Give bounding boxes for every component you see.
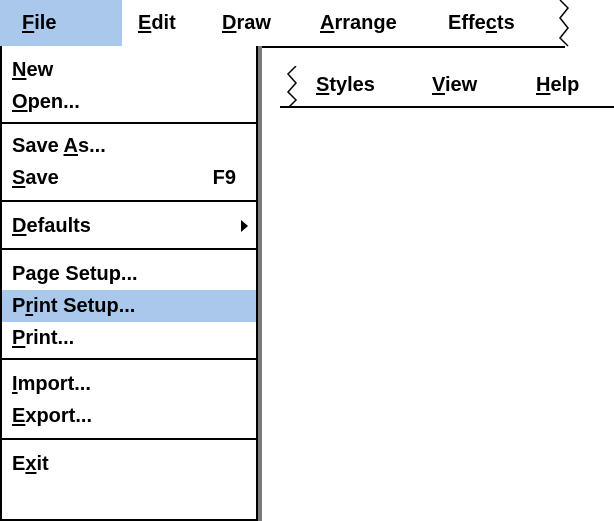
menu-item-print-setup[interactable]: Print Setup...	[2, 290, 256, 322]
menu-file-mnemonic: F	[22, 12, 35, 34]
menu-item-page-setup[interactable]: Page Setup...	[2, 258, 256, 290]
menu-item-save-mnemonic: S	[12, 167, 26, 189]
menu-item-save-as-mnemonic: A	[63, 135, 78, 157]
menu-arrange-label: rrange	[334, 12, 397, 34]
menu-bar-tear-right-icon	[558, 0, 570, 47]
menu-item-print-label: rint...	[25, 327, 75, 349]
menu-item-save-label: ave	[25, 167, 59, 189]
menu-item-new-mnemonic: N	[12, 59, 27, 81]
menu-styles-mnemonic: S	[316, 74, 330, 96]
file-menu-dropdown: New Open... Save As... Save F9 Defaults …	[0, 46, 258, 521]
menu-separator	[2, 358, 256, 360]
menu-item-defaults-text: Defaults	[12, 210, 91, 242]
menu-item-open-mnemonic: O	[12, 91, 28, 113]
menu-item-defaults[interactable]: Defaults	[2, 210, 256, 242]
menu-item-save-shortcut: F9	[212, 167, 236, 189]
menu-item-print-setup-pre: P	[12, 295, 26, 317]
menu-effects-mnemonic: c	[485, 12, 497, 34]
menu-item-save-as-text: Save As...	[12, 130, 106, 162]
menu-item-defaults-mnemonic: D	[12, 215, 27, 237]
menu-effects[interactable]: Effects	[448, 0, 515, 46]
menu-item-import-text: Import...	[12, 368, 91, 400]
menu-item-defaults-label: efaults	[26, 215, 91, 237]
menu-item-new[interactable]: New	[2, 54, 256, 86]
menu-help-label: elp	[550, 74, 580, 96]
menu-item-print-mnemonic: P	[12, 327, 26, 349]
menu-styles-label: tyles	[329, 74, 375, 96]
menu-item-save[interactable]: Save F9	[2, 162, 256, 194]
menu-item-export-text: Export...	[12, 400, 92, 432]
menu-item-print-setup-text: Print Setup...	[12, 290, 135, 322]
menu-item-save-as-pre: Save	[12, 135, 64, 157]
menu-separator	[2, 438, 256, 440]
menu-draw-mnemonic: D	[222, 12, 237, 34]
menu-edit[interactable]: Edit	[138, 0, 176, 46]
menu-item-export-label: xport...	[25, 405, 93, 427]
menu-item-import-label: mport...	[17, 373, 91, 395]
menu-item-print[interactable]: Print...	[2, 322, 256, 354]
menu-bar-overflow: Styles View Help	[280, 66, 614, 108]
submenu-arrow-icon	[241, 220, 248, 232]
menu-item-page-setup-text: Page Setup...	[12, 258, 138, 290]
menu-effects-pre: Effe	[448, 12, 486, 34]
menu-view-label: iew	[444, 74, 478, 96]
menu-help[interactable]: Help	[536, 66, 579, 104]
menu-file-label: ile	[34, 12, 57, 34]
menu-view-mnemonic: V	[432, 74, 445, 96]
menu-item-open-label: pen...	[27, 91, 80, 113]
menu-effects-label: ts	[496, 12, 515, 34]
menu-arrange-mnemonic: A	[320, 12, 335, 34]
menu-item-exit-label: it	[36, 453, 49, 475]
menu-item-exit-mnemonic: x	[25, 453, 37, 475]
menu-separator	[2, 248, 256, 250]
menu-item-save-as-label: s...	[77, 135, 106, 157]
menu-item-export[interactable]: Export...	[2, 400, 256, 432]
menu-item-new-text: New	[12, 54, 53, 86]
menu-view[interactable]: View	[432, 66, 477, 104]
menu-item-page-setup-pre: Page Setup...	[12, 263, 138, 285]
menu-item-import[interactable]: Import...	[2, 368, 256, 400]
menu-bar-tear-left-icon	[286, 66, 298, 108]
menu-item-print-setup-mnemonic: r	[25, 295, 34, 317]
menu-item-open-text: Open...	[12, 86, 80, 118]
menu-item-save-as[interactable]: Save As...	[2, 130, 256, 162]
menu-item-print-text: Print...	[12, 322, 74, 354]
menu-separator	[2, 200, 256, 202]
menu-item-print-setup-label: int Setup...	[33, 295, 136, 317]
menu-edit-label: dit	[151, 12, 176, 34]
menu-arrange[interactable]: Arrange	[320, 0, 397, 46]
menu-item-export-mnemonic: E	[12, 405, 26, 427]
menu-draw-label: raw	[236, 12, 271, 34]
menu-separator	[2, 122, 256, 124]
menu-edit-mnemonic: E	[138, 12, 152, 34]
menu-bar: File Edit Draw Arrange Effects	[0, 0, 565, 48]
menu-item-exit-pre: E	[12, 453, 26, 475]
menu-file[interactable]: File	[0, 0, 122, 46]
menu-draw[interactable]: Draw	[222, 0, 271, 46]
dropdown-shadow	[258, 46, 262, 521]
menu-item-exit[interactable]: Exit	[2, 448, 256, 480]
menu-item-save-text: Save	[12, 162, 59, 194]
menu-item-exit-text: Exit	[12, 448, 49, 480]
menu-styles[interactable]: Styles	[316, 66, 375, 104]
menu-item-new-label: ew	[26, 59, 54, 81]
menu-item-open[interactable]: Open...	[2, 86, 256, 118]
menu-help-mnemonic: H	[536, 74, 551, 96]
